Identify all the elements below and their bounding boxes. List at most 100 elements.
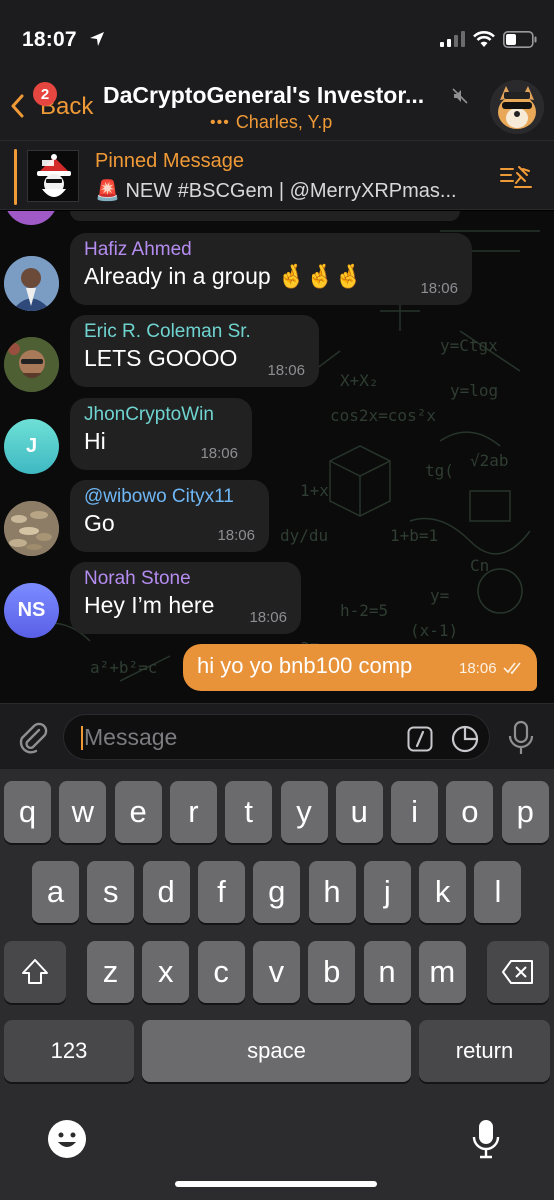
- home-indicator[interactable]: [175, 1181, 377, 1187]
- group-avatar[interactable]: [490, 80, 544, 134]
- message-time: 18:06: [200, 445, 238, 462]
- sender-name[interactable]: JhonCryptoWin: [84, 404, 238, 426]
- svg-text:y=: y=: [430, 586, 449, 605]
- sender-name[interactable]: Norah Stone: [84, 568, 287, 590]
- paperclip-icon[interactable]: [15, 720, 49, 754]
- key-e[interactable]: e: [114, 781, 162, 843]
- return-key[interactable]: return: [419, 1020, 550, 1082]
- back-button[interactable]: Back 2: [10, 82, 100, 122]
- backspace-key[interactable]: [487, 941, 549, 1003]
- key-o[interactable]: o: [446, 781, 494, 843]
- message-bubble[interactable]: Hafiz Ahmed Already in a group 🤞🤞🤞 18:06: [70, 233, 472, 305]
- avatar[interactable]: NS: [4, 583, 59, 638]
- pinned-text: 🚨 NEW #BSCGem | @MerryXRPmas...: [95, 180, 457, 202]
- key-y[interactable]: y: [280, 781, 328, 843]
- battery-icon: [503, 31, 537, 48]
- backspace-icon: [502, 960, 533, 984]
- avatar[interactable]: [4, 337, 59, 392]
- shift-arrow-icon: [22, 959, 48, 984]
- key-t[interactable]: t: [225, 781, 273, 843]
- key-b[interactable]: b: [308, 941, 356, 1003]
- key-k[interactable]: k: [419, 861, 467, 923]
- chat-title[interactable]: DaCryptoGeneral's Investor...: [103, 82, 453, 109]
- message-input-bar: [0, 703, 554, 769]
- svg-text:a²+b²=c: a²+b²=c: [90, 658, 157, 677]
- text-caret: [81, 726, 83, 750]
- wifi-icon: [473, 31, 495, 47]
- message-input[interactable]: [84, 715, 394, 759]
- key-j[interactable]: j: [363, 861, 411, 923]
- message-time: 18:06: [217, 527, 255, 544]
- key-d[interactable]: d: [142, 861, 190, 923]
- keyboard: qwertyuiop asdfghjkl zxcvbnm 123 space r…: [0, 769, 554, 1200]
- avatar-initials: NS: [17, 599, 46, 621]
- key-u[interactable]: u: [335, 781, 383, 843]
- shift-key[interactable]: [4, 941, 66, 1003]
- avatar[interactable]: J: [4, 419, 59, 474]
- svg-text:y=Ctgx: y=Ctgx: [440, 336, 498, 355]
- pinned-title: Pinned Message: [95, 150, 244, 172]
- chevron-left-icon: [11, 94, 24, 118]
- microphone-icon[interactable]: [507, 720, 535, 756]
- space-key[interactable]: space: [142, 1020, 411, 1082]
- key-g[interactable]: g: [253, 861, 301, 923]
- svg-text:y=log: y=log: [450, 381, 498, 400]
- key-z[interactable]: z: [87, 941, 134, 1003]
- avatar-initials: J: [25, 435, 38, 457]
- santa-xrp-icon: [28, 151, 78, 201]
- message-time: 18:06: [267, 362, 305, 379]
- key-w[interactable]: w: [59, 781, 107, 843]
- typing-users: Charles, Y.p: [235, 112, 333, 132]
- svg-text:h-2=5: h-2=5: [340, 601, 388, 620]
- bot-command-icon[interactable]: [407, 726, 433, 752]
- key-c[interactable]: c: [197, 941, 245, 1003]
- pinned-message-bar[interactable]: Pinned Message 🚨 NEW #BSCGem | @MerryXRP…: [0, 140, 554, 210]
- message-text: Go: [84, 510, 115, 536]
- key-r[interactable]: r: [169, 781, 217, 843]
- message-bubble[interactable]: [70, 211, 460, 221]
- key-l[interactable]: l: [474, 861, 522, 923]
- key-p[interactable]: p: [501, 781, 549, 843]
- key-h[interactable]: h: [308, 861, 356, 923]
- sticker-icon[interactable]: [451, 725, 479, 753]
- svg-text:√2ab: √2ab: [470, 451, 509, 470]
- key-f[interactable]: f: [197, 861, 245, 923]
- sender-name[interactable]: Eric R. Coleman Sr.: [84, 321, 305, 343]
- location-arrow-icon: [90, 32, 104, 46]
- status-bar: 18:07: [0, 0, 554, 70]
- key-v[interactable]: v: [252, 941, 300, 1003]
- user-photo-icon: [4, 256, 59, 311]
- dictation-icon[interactable]: [472, 1119, 500, 1159]
- message-text: LETS GOOOO: [84, 345, 238, 371]
- message-bubble[interactable]: JhonCryptoWin Hi 18:06: [70, 398, 252, 470]
- pinned-indicator: [14, 149, 17, 205]
- key-i[interactable]: i: [391, 781, 439, 843]
- avatar[interactable]: [4, 256, 59, 311]
- status-time: 18:07: [22, 28, 77, 51]
- message-time: 18:06: [249, 609, 287, 626]
- key-a[interactable]: a: [32, 861, 79, 923]
- pin-list-icon[interactable]: [499, 163, 533, 189]
- message-text: Hi: [84, 428, 106, 454]
- sender-name[interactable]: Hafiz Ahmed: [84, 239, 458, 261]
- message-bubble[interactable]: Eric R. Coleman Sr. LETS GOOOO 18:06: [70, 315, 319, 387]
- avatar[interactable]: [4, 501, 59, 556]
- chat-messages[interactable]: y=Ctgx X+X₂ cos2x=cos²x tg( √2ab 1+b=1 C…: [0, 211, 554, 703]
- typing-indicator: ••• Charles, Y.p: [210, 112, 332, 133]
- numbers-key[interactable]: 123: [4, 1020, 134, 1082]
- svg-text:1+x: 1+x: [300, 481, 329, 500]
- message-bubble[interactable]: Norah Stone Hey I’m here 18:06: [70, 562, 301, 634]
- message-time: 18:06: [459, 660, 497, 677]
- outgoing-message-bubble[interactable]: hi yo yo bnb100 comp 18:06: [183, 644, 537, 691]
- emoji-icon[interactable]: [47, 1119, 87, 1159]
- key-q[interactable]: q: [4, 781, 51, 843]
- key-n[interactable]: n: [363, 941, 411, 1003]
- double-check-icon: [503, 662, 521, 675]
- message-field[interactable]: [63, 714, 490, 760]
- key-s[interactable]: s: [87, 861, 135, 923]
- svg-text:dy/du: dy/du: [280, 526, 328, 545]
- sender-name[interactable]: @wibowo Cityx11: [84, 486, 255, 508]
- key-m[interactable]: m: [418, 941, 466, 1003]
- message-bubble[interactable]: @wibowo Cityx11 Go 18:06: [70, 480, 269, 552]
- key-x[interactable]: x: [142, 941, 190, 1003]
